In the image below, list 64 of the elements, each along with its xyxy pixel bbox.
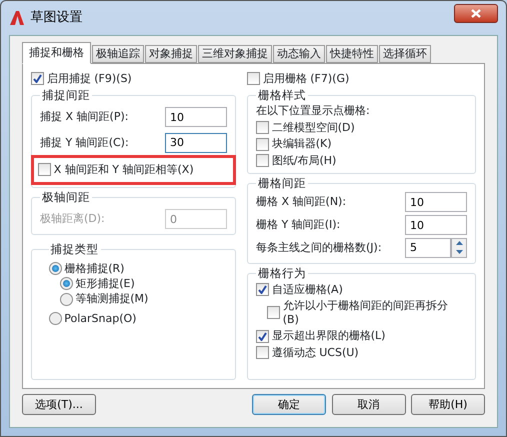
input-field[interactable]: 5: [405, 238, 451, 258]
checkbox[interactable]: [256, 138, 269, 151]
radio-button[interactable]: [60, 277, 72, 290]
tab[interactable]: 选择循环: [379, 44, 431, 63]
group-title: 栅格行为: [256, 266, 308, 280]
app-logo-icon: [9, 10, 25, 26]
input-field[interactable]: 10: [405, 192, 467, 212]
dialog-button[interactable]: 选项(T)...: [22, 394, 96, 416]
checkbox-label: 图纸/布局(H): [272, 154, 336, 168]
window-title: 草图设置: [30, 10, 82, 26]
checkbox[interactable]: [31, 72, 44, 86]
close-icon: [471, 9, 481, 18]
field-label: 捕捉 Y 轴间距(C):: [40, 136, 129, 150]
radio-button[interactable]: [60, 292, 72, 306]
checkbox-label: 启用捕捉 (F9)(S): [46, 72, 132, 86]
dialog-button[interactable]: 帮助(H): [411, 394, 485, 416]
checkbox[interactable]: [256, 282, 269, 296]
dialog-button[interactable]: 确定: [252, 394, 326, 416]
group-title: 栅格间距: [256, 176, 308, 190]
group-title: 极轴间距: [40, 190, 92, 204]
field-label: 每条主线之间的栅格数(J):: [256, 240, 382, 255]
checkbox[interactable]: [256, 346, 269, 360]
group-title: 栅格样式: [256, 88, 308, 102]
input-field[interactable]: 30: [165, 132, 227, 153]
checkbox-label: 二维模型空间(D): [272, 120, 355, 135]
tab[interactable]: 捕捉和栅格: [22, 42, 91, 64]
radio-button[interactable]: [48, 262, 62, 276]
radio-label: 栅格捕捉(R): [64, 262, 124, 276]
checkbox[interactable]: [38, 163, 51, 176]
radio-label: 等轴测捕捉(M): [75, 292, 148, 306]
checkbox-label: 显示超出界限的栅格(L): [272, 329, 386, 344]
group-title: 捕捉间距: [40, 88, 92, 102]
radio-label: PolarSnap(O): [64, 312, 136, 326]
field-label: 栅格 Y 轴间距(I):: [256, 218, 340, 232]
close-button[interactable]: [454, 4, 498, 24]
checkbox-label: 块编辑器(K): [272, 137, 332, 152]
field-label: 极轴距离(D):: [40, 212, 105, 226]
caption-text: 在以下位置显示点栅格:: [256, 104, 371, 118]
checkbox-label: 启用栅格 (F7)(G): [262, 72, 350, 86]
input-field[interactable]: 10: [165, 107, 227, 128]
tab[interactable]: 三维对象捕捉: [198, 44, 272, 63]
checkbox-label: 遵循动态 UCS(U): [272, 346, 359, 360]
down-arrow-icon: [456, 250, 462, 254]
checkbox-label: 自适应栅格(A): [272, 282, 343, 296]
checkbox[interactable]: [247, 72, 260, 86]
checkbox[interactable]: [256, 121, 269, 134]
field-label: 捕捉 X 轴间距(P):: [40, 110, 128, 124]
group-title: 捕捉类型: [48, 242, 100, 256]
tab[interactable]: 快捷特性: [326, 44, 378, 63]
checkbox[interactable]: [256, 154, 269, 168]
input-field[interactable]: 10: [405, 215, 467, 236]
radio-label: 矩形捕捉(E): [75, 277, 135, 291]
checkbox[interactable]: [256, 330, 269, 343]
field-label: 栅格 X 轴间距(N):: [256, 195, 346, 210]
tab[interactable]: 动态输入: [273, 44, 325, 63]
radio-button[interactable]: [48, 312, 62, 325]
checkbox-label: 允许以小于栅格间距的间距再拆分(B): [282, 299, 449, 327]
spin-button[interactable]: [451, 238, 467, 258]
up-arrow-icon: [456, 241, 462, 246]
checkbox-label: X 轴间距和 Y 轴间距相等(X): [54, 163, 194, 177]
tab[interactable]: 对象捕捉: [145, 44, 197, 63]
tab[interactable]: 极轴追踪: [92, 44, 144, 63]
dialog-button[interactable]: 取消: [332, 394, 406, 416]
checkbox[interactable]: [267, 306, 280, 320]
